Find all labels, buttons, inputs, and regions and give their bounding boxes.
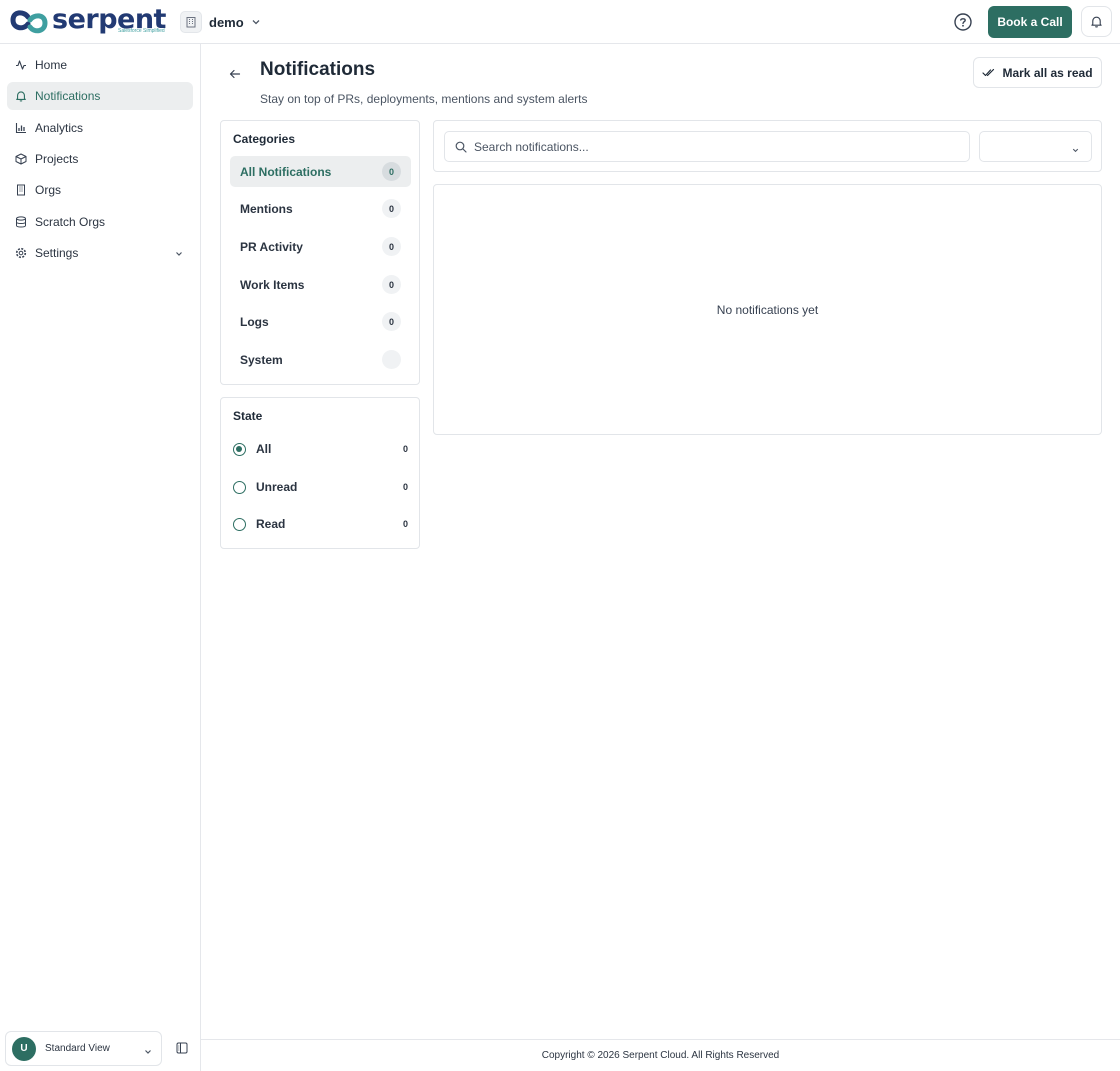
collapse-sidebar-button[interactable]: [175, 1041, 189, 1055]
category-count: [382, 350, 401, 369]
chevron-down-icon: [174, 248, 184, 262]
serpent-logo-icon: [10, 10, 48, 34]
category-label: PR Activity: [240, 239, 303, 254]
notifications-bell-button[interactable]: [1081, 6, 1112, 37]
notifications-list: No notifications yet: [433, 184, 1102, 435]
view-label: Standard View: [45, 1043, 110, 1054]
activity-icon: [15, 59, 27, 71]
view-switcher[interactable]: U Standard View: [5, 1031, 162, 1066]
category-label: Work Items: [240, 277, 305, 292]
chevron-down-icon: [143, 1045, 153, 1060]
category-pr-activity[interactable]: PR Activity 0: [230, 231, 411, 262]
search-input[interactable]: [474, 139, 954, 154]
sidebar-item-label: Settings: [35, 246, 79, 260]
page-subtitle: Stay on top of PRs, deployments, mention…: [260, 92, 588, 106]
category-count: 0: [382, 275, 401, 294]
help-circle-icon: [954, 13, 972, 31]
book-call-button[interactable]: Book a Call: [988, 6, 1072, 38]
building-icon: [180, 11, 202, 33]
database-icon: [15, 216, 27, 228]
sidebar-item-label: Notifications: [35, 89, 101, 103]
radio-button[interactable]: [233, 480, 246, 494]
sidebar-item-label: Projects: [35, 152, 79, 166]
categories-card: Categories All Notifications 0 Mentions …: [220, 120, 420, 385]
avatar: U: [12, 1036, 36, 1061]
serpent-logo[interactable]: serpent Salesforce Simplified: [8, 6, 166, 38]
category-work-items[interactable]: Work Items 0: [230, 269, 411, 300]
state-label: All: [256, 442, 272, 456]
chevron-down-icon: [251, 17, 261, 27]
category-mentions[interactable]: Mentions 0: [230, 193, 411, 224]
back-button[interactable]: [228, 67, 242, 81]
categories-title: Categories: [233, 132, 296, 146]
sidebar-item-orgs[interactable]: Orgs: [7, 176, 193, 204]
arrow-left-icon: [229, 69, 241, 79]
sidebar-item-analytics[interactable]: Analytics: [7, 114, 193, 142]
logo-tagline: Salesforce Simplified: [118, 28, 165, 34]
state-option-all[interactable]: All 0: [233, 439, 408, 459]
page-title: Notifications: [260, 59, 376, 80]
category-count: 0: [382, 312, 401, 331]
mark-all-read-button[interactable]: Mark all as read: [973, 57, 1102, 88]
radio-button[interactable]: [233, 517, 246, 531]
bar-chart-icon: [15, 122, 27, 134]
bell-icon: [1091, 16, 1102, 28]
copyright-text: Copyright © 2026 Serpent Cloud. All Righ…: [541, 1050, 780, 1061]
sidebar-item-label: Scratch Orgs: [35, 215, 106, 229]
category-label: All Notifications: [240, 164, 332, 179]
sidebar-item-label: Home: [35, 58, 68, 72]
state-option-read[interactable]: Read 0: [233, 514, 408, 534]
check-check-icon: [982, 68, 995, 78]
state-count: 0: [402, 519, 408, 529]
category-count: 0: [382, 199, 401, 218]
category-label: Mentions: [240, 201, 293, 216]
page-footer: Copyright © 2026 Serpent Cloud. All Righ…: [201, 1039, 1120, 1071]
category-count: 0: [382, 237, 401, 256]
chevron-down-icon: [1071, 143, 1080, 158]
top-header: serpent Salesforce Simplified demo Book …: [0, 0, 1120, 44]
help-button[interactable]: [952, 11, 974, 33]
gear-icon: [15, 247, 27, 259]
search-field[interactable]: [444, 131, 970, 162]
state-title: State: [233, 409, 263, 423]
sidebar-item-home[interactable]: Home: [7, 51, 193, 79]
state-count: 0: [402, 444, 408, 454]
panel-left-icon: [176, 1042, 188, 1054]
category-count: 0: [382, 162, 401, 181]
radio-button[interactable]: [233, 442, 246, 456]
sidebar-item-notifications[interactable]: Notifications: [7, 82, 193, 110]
state-label: Unread: [256, 480, 298, 494]
category-logs[interactable]: Logs 0: [230, 306, 411, 337]
mark-all-read-label: Mark all as read: [1002, 65, 1093, 80]
workspace-name: demo: [209, 14, 244, 30]
state-card: State All 0 Unread 0 Read 0: [220, 397, 420, 549]
sidebar-item-projects[interactable]: Projects: [7, 145, 193, 173]
sidebar-item-label: Analytics: [35, 121, 84, 135]
filter-select[interactable]: [979, 131, 1092, 162]
sidebar: Home Notifications Analytics Projects Or…: [0, 44, 201, 1071]
bell-icon: [15, 90, 27, 102]
workspace-switcher[interactable]: demo: [180, 10, 261, 34]
category-label: Logs: [240, 314, 269, 329]
sidebar-item-label: Orgs: [35, 183, 62, 197]
category-system[interactable]: System: [230, 344, 411, 375]
sidebar-item-settings[interactable]: Settings: [7, 239, 193, 267]
category-label: System: [240, 352, 283, 367]
filter-bar: [433, 120, 1102, 172]
state-option-unread[interactable]: Unread 0: [233, 477, 408, 497]
package-icon: [15, 153, 27, 165]
building-icon: [15, 184, 27, 196]
search-icon: [455, 141, 467, 153]
category-all-notifications[interactable]: All Notifications 0: [230, 156, 411, 187]
sidebar-item-scratch-orgs[interactable]: Scratch Orgs: [7, 208, 193, 236]
state-label: Read: [256, 517, 286, 531]
state-count: 0: [402, 482, 408, 492]
empty-state-message: No notifications yet: [716, 303, 819, 317]
